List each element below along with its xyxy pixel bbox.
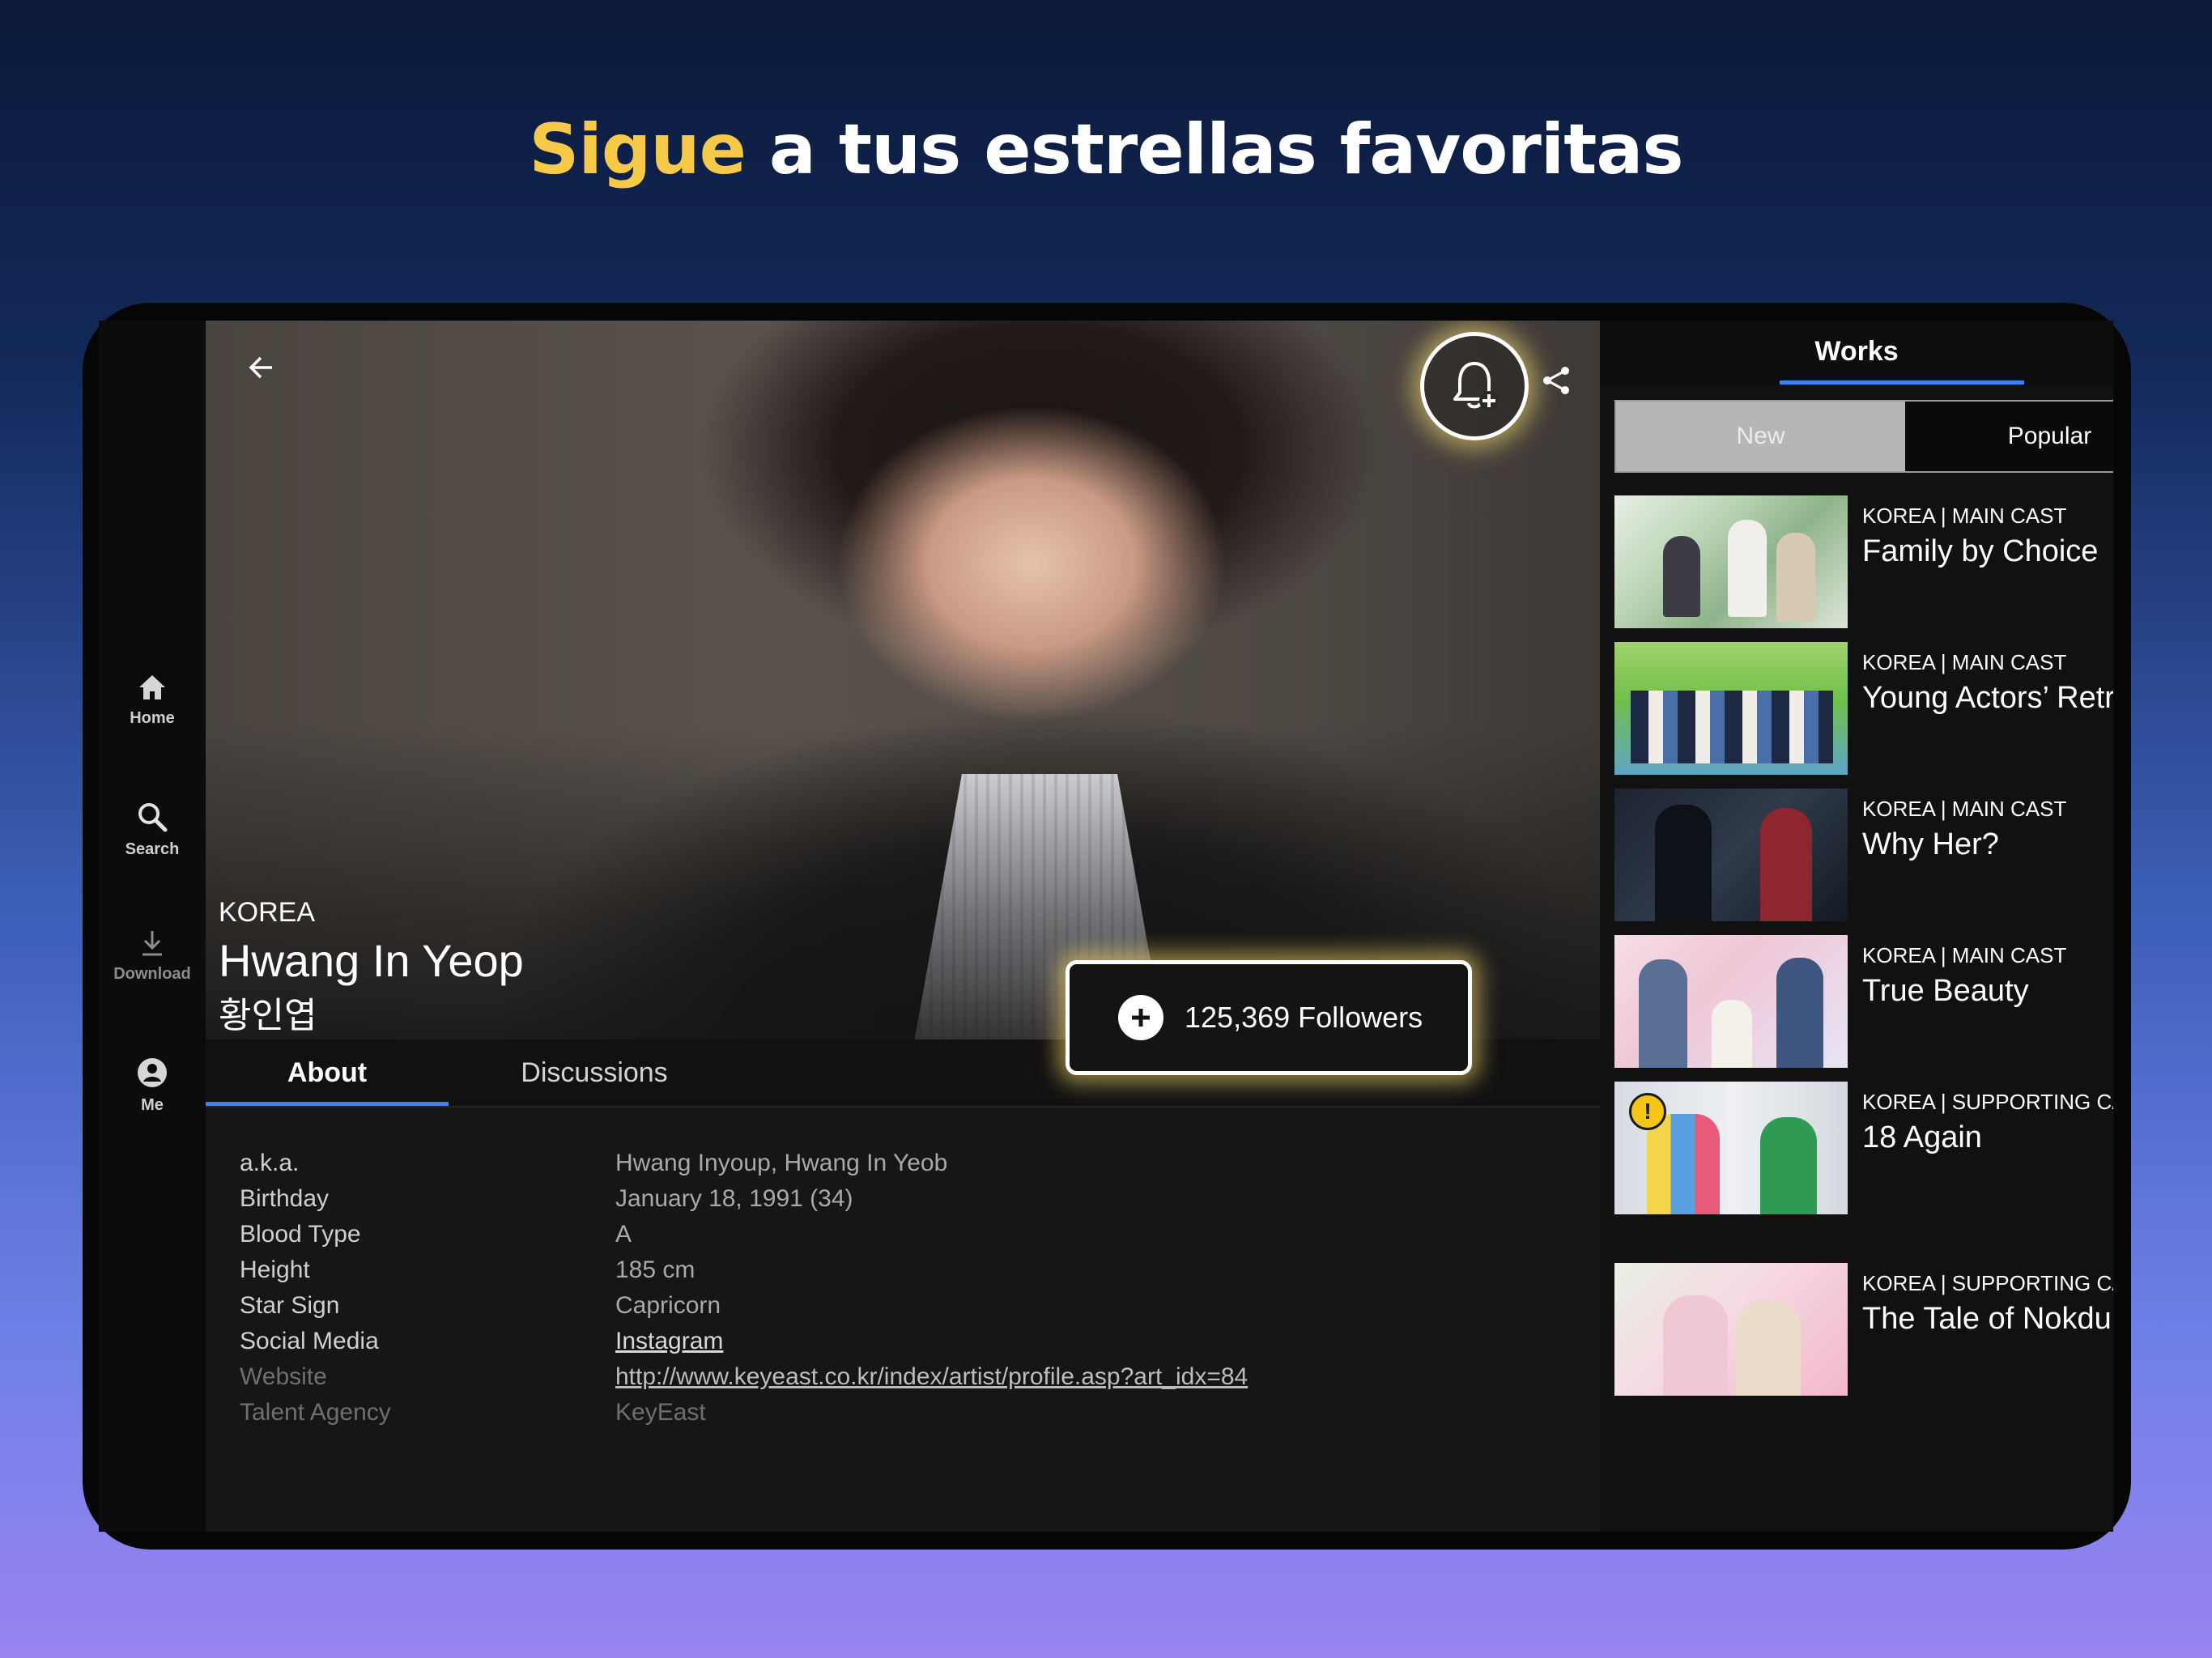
work-meta: KOREA | MAIN CAST (1862, 504, 2067, 528)
work-thumbnail (1614, 789, 1848, 921)
nav-download[interactable]: Download (99, 929, 206, 984)
search-icon (138, 803, 168, 832)
home-icon (139, 675, 165, 699)
nav-home[interactable]: Home (99, 674, 206, 728)
tab-discussions[interactable]: Discussions (473, 1039, 716, 1106)
tab-about[interactable]: About (206, 1039, 449, 1106)
bell-plus-icon (1453, 362, 1499, 410)
work-item[interactable]: ! KOREA | SUPPORTING CAST 18 Again (1614, 1082, 2113, 1214)
work-thumbnail (1614, 495, 1848, 628)
detail-label: Talent Agency (240, 1399, 391, 1426)
nav-me[interactable]: Me (99, 1057, 206, 1115)
share-icon (1543, 367, 1569, 394)
detail-label: Star Sign (240, 1292, 340, 1319)
followers-count: 125,369 Followers (1185, 1001, 1423, 1034)
work-meta: KOREA | MAIN CAST (1862, 943, 2067, 967)
detail-value: A (615, 1221, 632, 1248)
back-button[interactable] (238, 345, 283, 390)
tab-works[interactable]: Works (1600, 321, 2113, 385)
instagram-link[interactable]: Instagram (615, 1328, 723, 1355)
website-link[interactable]: http://www.keyeast.co.kr/index/artist/pr… (615, 1363, 1248, 1391)
filter-new-button[interactable]: New (1616, 402, 1905, 471)
detail-value: KeyEast (615, 1399, 706, 1426)
nav-search-label: Search (125, 840, 180, 858)
work-thumbnail (1614, 935, 1848, 1068)
nav-rail: Home Search Download Me (99, 321, 206, 1532)
nav-search[interactable]: Search (99, 801, 206, 859)
notify-button[interactable] (1420, 332, 1529, 440)
alert-icon: ! (1629, 1093, 1666, 1130)
work-meta: KOREA | MAIN CAST (1862, 650, 2067, 674)
nav-download-label: Download (113, 965, 191, 983)
works-tab-indicator (1780, 380, 2024, 385)
detail-label: Website (240, 1363, 327, 1390)
profile-native-name: 황인엽 (219, 995, 317, 1036)
headline: Sigue a tus estrellas favoritas (0, 109, 2212, 190)
work-thumbnail: ! (1614, 1082, 1848, 1214)
work-item[interactable]: KOREA | SUPPORTING CAST The Tale of Nokd… (1614, 1263, 2113, 1396)
plus-circle-icon (1118, 995, 1163, 1040)
detail-label: Social Media (240, 1328, 379, 1354)
profile-country: KOREA (219, 897, 316, 928)
work-title: 18 Again (1862, 1120, 1982, 1154)
nav-me-label: Me (141, 1096, 164, 1114)
account-icon (138, 1058, 167, 1087)
profile-name: Hwang In Yeop (219, 935, 524, 986)
headline-accent: Sigue (529, 109, 747, 190)
headline-rest: a tus estrellas favoritas (745, 109, 1684, 190)
work-meta: KOREA | SUPPORTING CAST (1862, 1271, 2113, 1295)
work-thumbnail (1614, 1263, 1848, 1396)
work-item[interactable]: KOREA | MAIN CAST Young Actors’ Retreat (1614, 642, 2113, 775)
work-title: True Beauty (1862, 974, 2029, 1008)
work-thumbnail (1614, 642, 1848, 775)
detail-value: Hwang Inyoup, Hwang In Yeob (615, 1150, 948, 1176)
work-title: The Tale of Nokdu (1862, 1302, 2112, 1336)
work-title: Family by Choice (1862, 534, 2099, 568)
share-button[interactable] (1534, 358, 1579, 403)
works-panel: Works New Popular KOREA | MAIN CAST Fami… (1600, 321, 2113, 1532)
works-filter: New Popular (1614, 400, 2113, 473)
work-item[interactable]: KOREA | MAIN CAST True Beauty (1614, 935, 2113, 1068)
profile-hero-image: KOREA Hwang In Yeop 황인엽 (206, 321, 1600, 1039)
detail-value: January 18, 1991 (34) (615, 1185, 853, 1212)
work-item[interactable]: KOREA | MAIN CAST Why Her? (1614, 789, 2113, 921)
work-meta: KOREA | MAIN CAST (1862, 797, 2067, 821)
detail-value: 185 cm (615, 1256, 696, 1283)
app-screen: Home Search Download Me KOREA Hwang In Y… (99, 321, 2113, 1532)
work-title: Young Actors’ Retreat (1862, 681, 2113, 715)
detail-label: Birthday (240, 1185, 330, 1212)
work-meta: KOREA | SUPPORTING CAST (1862, 1090, 2113, 1114)
detail-value: Capricorn (615, 1292, 721, 1319)
detail-label: Height (240, 1256, 310, 1283)
filter-popular-button[interactable]: Popular (1905, 402, 2113, 471)
detail-label: a.k.a. (240, 1150, 300, 1176)
arrow-left-icon (249, 356, 272, 379)
follow-button[interactable]: 125,369 Followers (1066, 960, 1472, 1075)
detail-label: Blood Type (240, 1221, 361, 1248)
download-icon (143, 931, 162, 956)
nav-home-label: Home (130, 709, 175, 727)
work-item[interactable]: KOREA | MAIN CAST Family by Choice (1614, 495, 2113, 628)
work-title: Why Her? (1862, 827, 1999, 861)
